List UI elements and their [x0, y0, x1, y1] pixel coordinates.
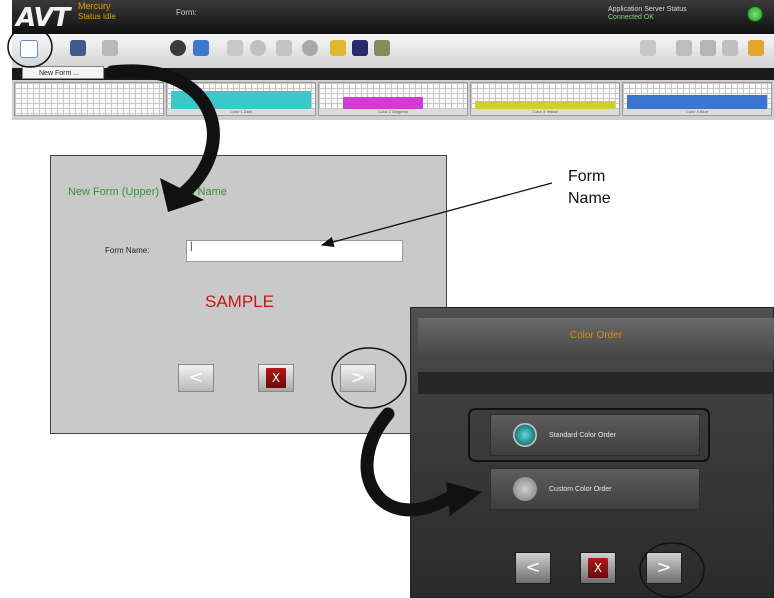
standard-color-label: Standard Color Order	[549, 432, 616, 439]
callout-line-1: Form	[568, 168, 606, 185]
cancel-icon: X	[266, 368, 286, 388]
next-button[interactable]: >	[340, 364, 376, 392]
camera-icon[interactable]	[302, 40, 318, 56]
server-status: Application Server Status	[608, 6, 687, 13]
radio-unselected-icon	[513, 477, 537, 501]
panel-cyan: Color 1 Dark	[166, 82, 316, 116]
app-status: Status Idle	[78, 12, 116, 21]
panel-magenta-bar	[343, 97, 423, 109]
panel-cyan-label: Color 1 Dark	[167, 109, 315, 115]
callout-line-2: Name	[568, 190, 611, 207]
form-name-label: Form Name:	[105, 246, 150, 255]
server-connection: Connected OK	[608, 14, 654, 21]
report-icon[interactable]	[374, 40, 390, 56]
layers-icon[interactable]	[193, 40, 209, 56]
panel-empty	[14, 82, 164, 116]
zoom-icon[interactable]	[227, 40, 243, 56]
panel-cyan-bar	[171, 91, 311, 109]
color-cancel-button[interactable]: X	[580, 552, 616, 584]
form-label: Form:	[176, 8, 197, 17]
standard-color-option[interactable]: Standard Color Order	[490, 414, 700, 456]
grid-icon[interactable]	[640, 40, 656, 56]
custom-color-option[interactable]: Custom Color Order	[490, 468, 700, 510]
panel-magenta: Color 2 Magenta	[318, 82, 468, 116]
panel-magenta-label: Color 2 Magenta	[319, 109, 467, 115]
form-name-input[interactable]: |	[186, 240, 403, 262]
color-back-button[interactable]: <	[515, 552, 551, 584]
panel-yellow-bar	[475, 101, 615, 109]
panel-blue-label: Color 4 Blue	[623, 109, 771, 115]
form-dialog-title: New Form (Upper) - Form Name	[68, 186, 227, 198]
menu-item-new-form[interactable]: New Form ...	[22, 66, 104, 79]
lock-icon[interactable]	[330, 40, 346, 56]
color-dialog-band	[418, 372, 774, 394]
color-wheel-icon[interactable]	[170, 40, 186, 56]
key-icon[interactable]	[722, 40, 738, 56]
document-icon[interactable]	[352, 40, 368, 56]
new-form-icon[interactable]	[20, 40, 38, 58]
form-name-callout: Form Name	[568, 166, 611, 210]
app-name: Mercury	[78, 1, 111, 11]
rotate-icon[interactable]	[250, 40, 266, 56]
app-logo: AVT	[16, 3, 70, 33]
panel-blue: Color 4 Blue	[622, 82, 772, 116]
color-dialog-title: Color Order	[569, 330, 623, 341]
print-icon[interactable]	[102, 40, 118, 56]
power-icon[interactable]	[747, 6, 763, 22]
sample-watermark: SAMPLE	[205, 292, 274, 311]
panel-yellow-label: Color 3 Yellow	[471, 109, 619, 115]
lock-right-icon[interactable]	[748, 40, 764, 56]
app-toolbar	[12, 34, 774, 68]
split-icon[interactable]	[676, 40, 692, 56]
radio-selected-icon	[513, 423, 537, 447]
back-button[interactable]: <	[178, 364, 214, 392]
save-icon[interactable]	[70, 40, 86, 56]
panel-blue-bar	[627, 95, 767, 109]
cancel-button[interactable]: X	[258, 364, 294, 392]
color-cancel-icon: X	[588, 558, 608, 578]
custom-color-label: Custom Color Order	[549, 486, 612, 493]
color-next-button[interactable]: >	[646, 552, 682, 584]
panel-yellow: Color 3 Yellow	[470, 82, 620, 116]
tools-icon[interactable]	[276, 40, 292, 56]
scissors-icon[interactable]	[700, 40, 716, 56]
